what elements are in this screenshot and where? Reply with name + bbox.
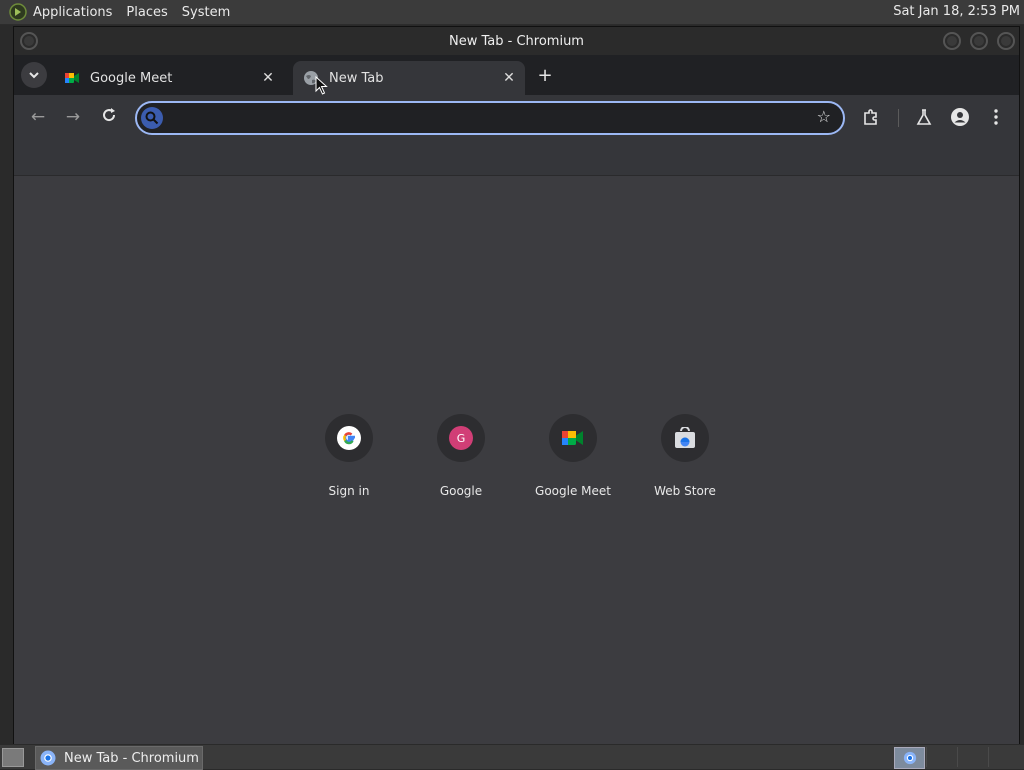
window-controls: [943, 32, 1015, 50]
shortcut-web-store[interactable]: Web Store: [629, 414, 741, 498]
shortcut-icon-circle: [661, 414, 709, 462]
web-store-icon: [675, 427, 695, 448]
tab-label: New Tab: [329, 70, 384, 86]
taskbar: New Tab - Chromium: [0, 744, 1024, 770]
bookmark-star-icon[interactable]: ☆: [817, 107, 831, 126]
menu-button[interactable]: [985, 106, 1007, 128]
shortcut-title: Google: [439, 484, 483, 498]
clock[interactable]: Sat Jan 18, 2:53 PM: [893, 4, 1020, 19]
reload-button[interactable]: [99, 107, 119, 127]
new-tab-button[interactable]: +: [534, 65, 556, 87]
show-desktop-button[interactable]: [2, 748, 24, 767]
forward-button[interactable]: →: [63, 107, 83, 127]
close-tab-icon[interactable]: ✕: [499, 70, 519, 86]
flask-icon: [916, 109, 932, 125]
reload-icon: [103, 108, 116, 122]
address-bar[interactable]: ☆: [135, 101, 845, 135]
tab-strip: Google Meet ✕ New Tab ✕ +: [14, 55, 1019, 95]
close-tab-icon[interactable]: ✕: [258, 70, 278, 86]
google-meet-icon: [562, 431, 583, 445]
chromium-icon: [40, 750, 56, 766]
puzzle-icon: [864, 109, 877, 125]
menu-places[interactable]: Places: [126, 5, 167, 20]
shortcut-title: Web Store: [654, 484, 716, 498]
chevron-down-icon: [29, 72, 39, 79]
tab-label: Google Meet: [90, 70, 173, 86]
maximize-button[interactable]: [970, 32, 988, 50]
browser-window: New Tab - Chromium Google Meet ✕ New Tab…: [13, 26, 1020, 745]
letter-avatar-icon: G: [449, 426, 473, 450]
close-window-button[interactable]: [997, 32, 1015, 50]
avatar-icon: [951, 108, 969, 126]
shortcut-sign-in[interactable]: Sign in: [293, 414, 405, 498]
taskbar-window-label: New Tab - Chromium: [64, 750, 199, 766]
extensions-button[interactable]: [860, 106, 882, 128]
shortcut-icon-circle: [325, 414, 373, 462]
workspace-3[interactable]: [957, 747, 988, 767]
letter-avatar-letter: G: [456, 431, 466, 445]
window-title: New Tab - Chromium: [449, 33, 584, 49]
shortcut-title: Google Meet: [535, 484, 611, 498]
tab-search-button[interactable]: [21, 62, 47, 88]
search-icon: [141, 107, 163, 129]
taskbar-window-item[interactable]: New Tab - Chromium: [35, 746, 203, 770]
shortcut-title: Sign in: [328, 484, 370, 498]
workspace-2[interactable]: [926, 747, 957, 767]
window-titlebar[interactable]: New Tab - Chromium: [14, 27, 1019, 55]
distro-logo-icon[interactable]: [9, 3, 27, 21]
bookmarks-bar: [14, 139, 1019, 176]
workspace-1[interactable]: [894, 747, 925, 769]
shortcut-icon-circle: [549, 414, 597, 462]
toolbar-separator: [898, 109, 899, 127]
address-input[interactable]: [171, 106, 805, 132]
kebab-menu-icon: [994, 109, 998, 125]
window-menu-button[interactable]: [20, 32, 38, 50]
shortcut-google[interactable]: G Google: [405, 414, 517, 498]
tab-google-meet[interactable]: Google Meet ✕: [54, 61, 284, 95]
chromium-icon: [903, 751, 916, 765]
menu-system[interactable]: System: [182, 5, 230, 20]
google-g-icon: [337, 426, 361, 450]
back-button[interactable]: ←: [28, 107, 48, 127]
shortcut-icon-circle: G: [437, 414, 485, 462]
google-meet-icon: [65, 73, 79, 83]
new-tab-page: Sign in G Google Google Meet Web Store: [14, 176, 1019, 744]
labs-button[interactable]: [913, 106, 935, 128]
shortcut-google-meet[interactable]: Google Meet: [517, 414, 629, 498]
top-panel: Applications Places System Sat Jan 18, 2…: [0, 0, 1024, 25]
workspace-4[interactable]: [988, 747, 1019, 767]
menu-applications[interactable]: Applications: [33, 5, 112, 20]
profile-button[interactable]: [949, 106, 971, 128]
mouse-pointer-icon: [315, 76, 328, 95]
minimize-button[interactable]: [943, 32, 961, 50]
toolbar: ← → ☆: [14, 95, 1019, 139]
